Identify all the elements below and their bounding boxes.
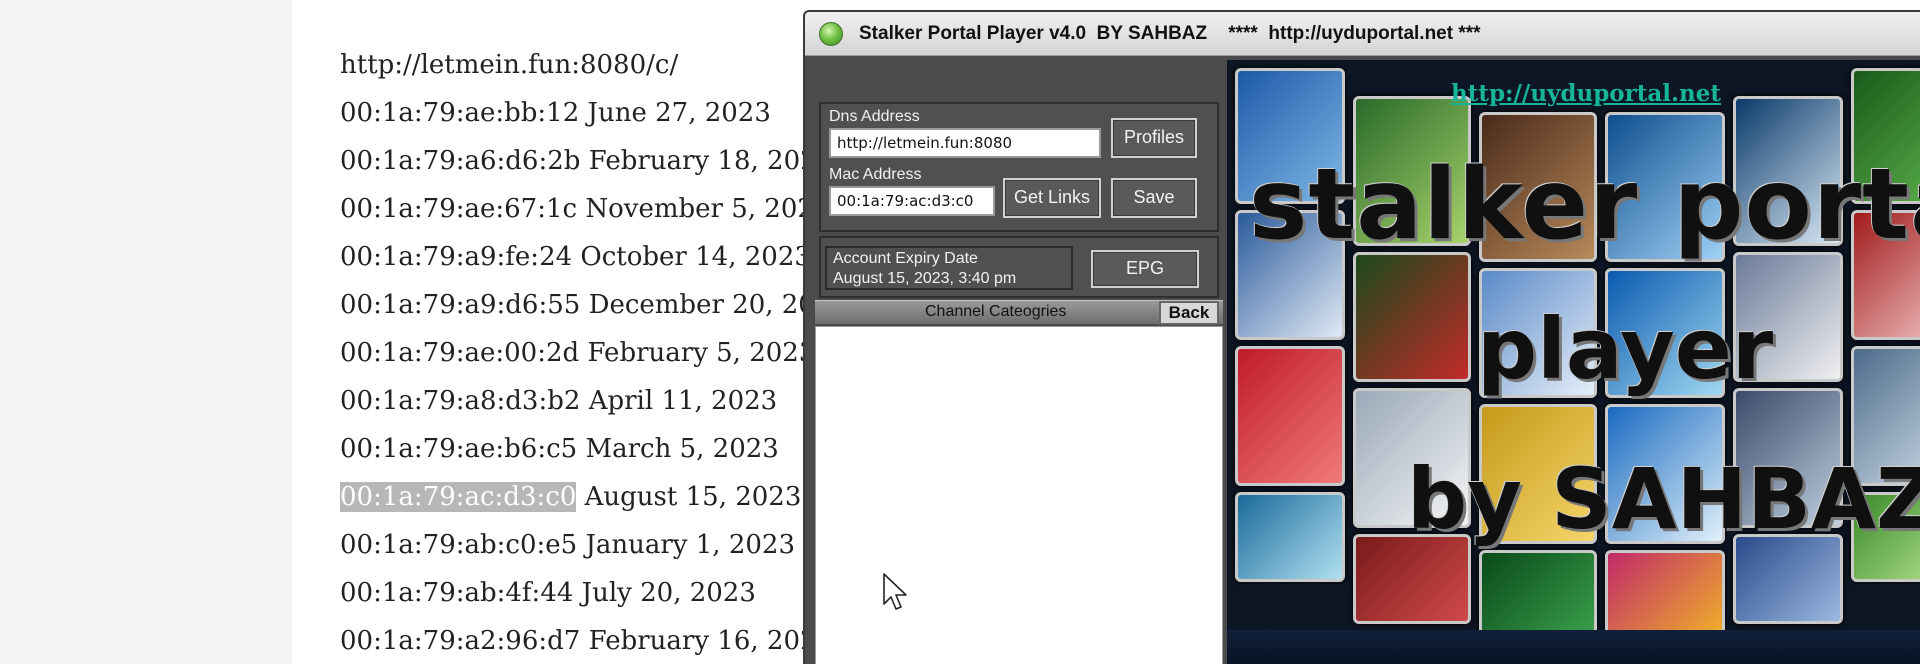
mac-address[interactable]: 00:1a:79:ae:b6:c5 [340, 434, 577, 464]
epg-button[interactable]: EPG [1091, 250, 1199, 288]
mac-label: Mac Address [829, 166, 922, 183]
expiry-label: Account Expiry Date [833, 250, 978, 267]
mac-address[interactable]: 00:1a:79:ae:00:2d [340, 338, 579, 368]
tv-tile [1479, 550, 1597, 640]
mac-address[interactable]: 00:1a:79:a9:d6:55 [340, 290, 580, 320]
mac-date-list: http://letmein.fun:8080/c/ 00:1a:79:ae:b… [340, 42, 848, 664]
back-button[interactable]: Back [1159, 301, 1219, 325]
window-titlebar[interactable]: Stalker Portal Player v4.0 BY SAHBAZ ***… [805, 12, 1920, 56]
mac-address[interactable]: 00:1a:79:ae:67:1c [340, 194, 577, 224]
banner-headline-3: by SAHBAZ [1407, 450, 1920, 548]
control-panel: Dns Address http://letmein.fun:8080 Prof… [815, 60, 1223, 664]
expiry-date: June 27, 2023 [587, 98, 771, 128]
list-item: 00:1a:79:a2:96:d7 February 16, 2023 [340, 618, 833, 664]
expiry-date: November 5, 2023 [585, 194, 831, 224]
tv-tile [1605, 550, 1725, 640]
window-orb-icon[interactable] [819, 21, 843, 46]
website-link[interactable]: http://uyduportal.net [1227, 80, 1920, 107]
list-item: 00:1a:79:ac:d3:c0 August 15, 2023 [340, 474, 820, 522]
list-item: 00:1a:79:a9:fe:24 October 14, 2023 [340, 234, 820, 282]
expiry-date: April 11, 2023 [588, 386, 778, 416]
expiry-date: February 5, 2023 [587, 338, 816, 368]
dns-address-input[interactable]: http://letmein.fun:8080 [829, 128, 1101, 158]
mac-address[interactable]: 00:1a:79:a8:d3:b2 [340, 386, 580, 416]
channel-categories-header: Channel Cateogries Back [815, 300, 1223, 325]
dns-label: Dns Address [829, 108, 920, 125]
channel-category-list[interactable] [815, 326, 1223, 664]
mac-address-selected[interactable]: 00:1a:79:ac:d3:c0 [340, 482, 577, 512]
mac-address[interactable]: 00:1a:79:a6:d6:2b [340, 146, 580, 176]
expiry-date: March 5, 2023 [585, 434, 779, 464]
expiry-date: February 16, 2023 [588, 626, 834, 656]
mouse-pointer-icon [883, 573, 907, 610]
list-item: 00:1a:79:ae:b6:c5 March 5, 2023 [340, 426, 820, 474]
expiry-date: July 20, 2023 [581, 578, 756, 608]
list-item: 00:1a:79:a6:d6:2b February 18, 2023 [340, 138, 833, 186]
list-item: 00:1a:79:ae:67:1c November 5, 2023 [340, 186, 830, 234]
mac-address[interactable]: 00:1a:79:ae:bb:12 [340, 98, 579, 128]
mac-address[interactable]: 00:1a:79:ab:4f:44 [340, 578, 573, 608]
mac-address[interactable]: 00:1a:79:a9:fe:24 [340, 242, 572, 272]
stalker-player-window: Stalker Portal Player v4.0 BY SAHBAZ ***… [803, 10, 1920, 664]
tv-tile [1235, 492, 1345, 582]
expiry-date: October 14, 2023 [580, 242, 811, 272]
expiry-date: August 15, 2023 [584, 482, 802, 512]
banner-floor [1227, 630, 1920, 664]
list-item: 00:1a:79:ae:bb:12 June 27, 2023 [340, 90, 820, 138]
mac-address[interactable]: 00:1a:79:ab:c0:e5 [340, 530, 577, 560]
list-item: 00:1a:79:ab:4f:44 July 20, 2023 [340, 570, 820, 618]
expiry-group: Account Expiry Date August 15, 2023, 3:4… [819, 236, 1219, 298]
channel-categories-label: Channel Cateogries [925, 303, 1067, 320]
profiles-button[interactable]: Profiles [1111, 118, 1197, 158]
mac-address-input[interactable]: 00:1a:79:ac:d3:c0 [829, 186, 995, 216]
mac-address[interactable]: 00:1a:79:a2:96:d7 [340, 626, 580, 656]
page-gutter [0, 0, 292, 664]
expiry-date: January 1, 2023 [585, 530, 795, 560]
list-item: 00:1a:79:ae:00:2d February 5, 2023 [340, 330, 820, 378]
banner-headline-1: stalker portal [1249, 148, 1920, 262]
tv-tile [1235, 346, 1345, 486]
list-item: 00:1a:79:ab:c0:e5 January 1, 2023 [340, 522, 820, 570]
save-button[interactable]: Save [1111, 178, 1197, 218]
list-item: 00:1a:79:a9:d6:55 December 20, 2022 [340, 282, 848, 330]
portal-url-line: http://letmein.fun:8080/c/ [340, 50, 679, 80]
expiry-date: February 18, 2023 [588, 146, 834, 176]
window-title: Stalker Portal Player v4.0 BY SAHBAZ ***… [859, 22, 1481, 44]
get-links-button[interactable]: Get Links [1003, 178, 1101, 218]
connection-group: Dns Address http://letmein.fun:8080 Prof… [819, 102, 1219, 232]
banner-headline-2: player [1477, 300, 1774, 398]
expiry-box: Account Expiry Date August 15, 2023, 3:4… [825, 246, 1073, 290]
expiry-value: August 15, 2023, 3:40 pm [833, 270, 1017, 287]
tv-tile [1353, 252, 1471, 382]
promo-banner: http://uyduportal.net stalker portal pla… [1227, 60, 1920, 664]
list-item: 00:1a:79:a8:d3:b2 April 11, 2023 [340, 378, 820, 426]
